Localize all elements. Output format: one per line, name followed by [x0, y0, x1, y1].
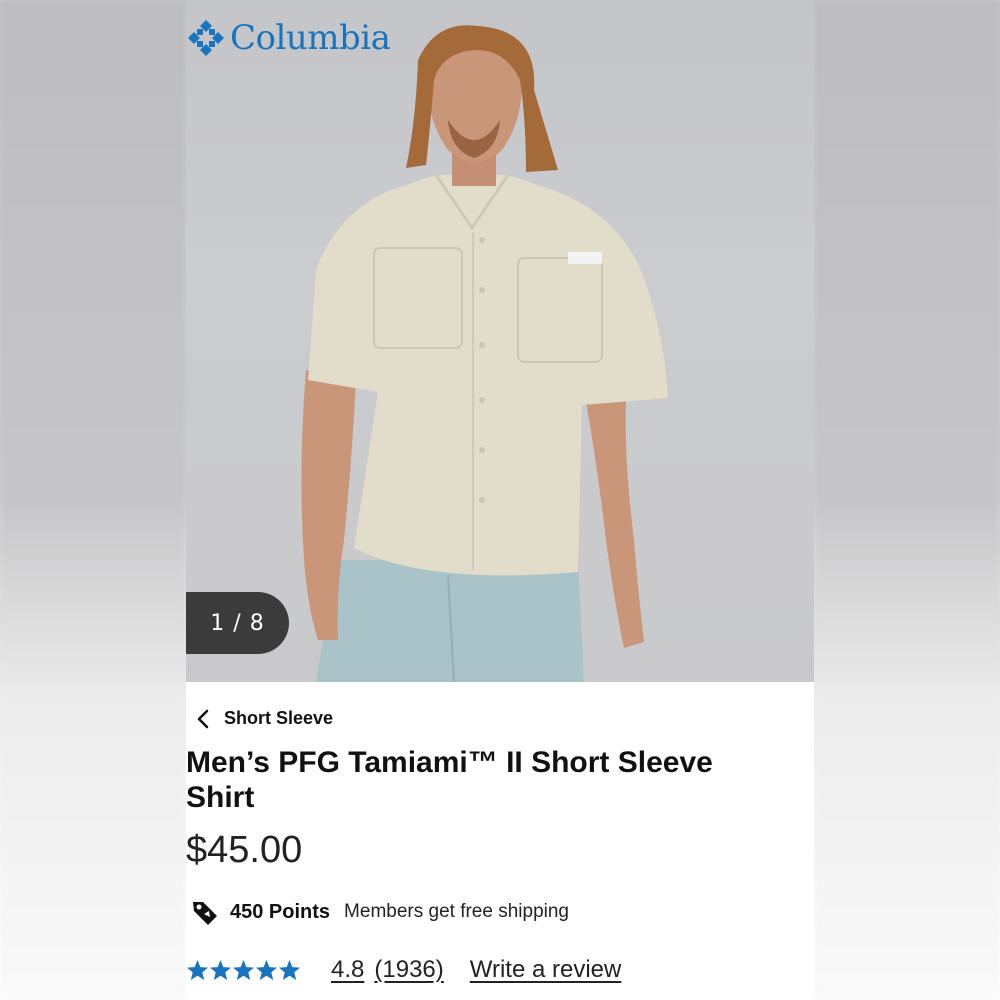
- review-count[interactable]: (1936): [374, 956, 443, 984]
- product-image[interactable]: Columbia 1 / 8: [186, 0, 814, 682]
- star-icon: [186, 959, 209, 981]
- model-photo: [301, 25, 668, 682]
- gallery-counter: 1 / 8: [186, 592, 289, 654]
- rating-value[interactable]: 4.8: [331, 956, 364, 984]
- star-icon: [232, 959, 255, 981]
- brand-logo[interactable]: Columbia: [186, 18, 391, 58]
- brand-name: Columbia: [230, 18, 391, 58]
- rating-row: 4.8 (1936) Write a review: [186, 956, 621, 984]
- star-icon: [209, 959, 232, 981]
- write-review-link[interactable]: Write a review: [470, 956, 622, 984]
- rewards-row: 450 Points Members get free shipping: [190, 897, 569, 927]
- breadcrumb[interactable]: Short Sleeve: [196, 708, 333, 729]
- star-icon: [278, 959, 301, 981]
- background-blur-left: [0, 0, 186, 1000]
- tag-icon: [193, 902, 217, 925]
- shipping-note: Members get free shipping: [344, 901, 569, 922]
- star-icon: [255, 959, 278, 981]
- chevron-left-icon: [197, 709, 209, 728]
- columbia-diamond-icon: [188, 20, 224, 56]
- product-page: Columbia 1 / 8 Short Sleeve Men’s PFG Ta…: [186, 0, 814, 1000]
- points-label: 450 Points: [230, 900, 331, 923]
- star-rating: [186, 959, 301, 981]
- product-title: Men’s PFG Tamiami™ II Short Sleeve Shirt: [186, 746, 713, 814]
- background-blur-right: [814, 0, 1000, 1000]
- breadcrumb-label: Short Sleeve: [224, 708, 334, 728]
- product-price: $45.00: [186, 829, 303, 871]
